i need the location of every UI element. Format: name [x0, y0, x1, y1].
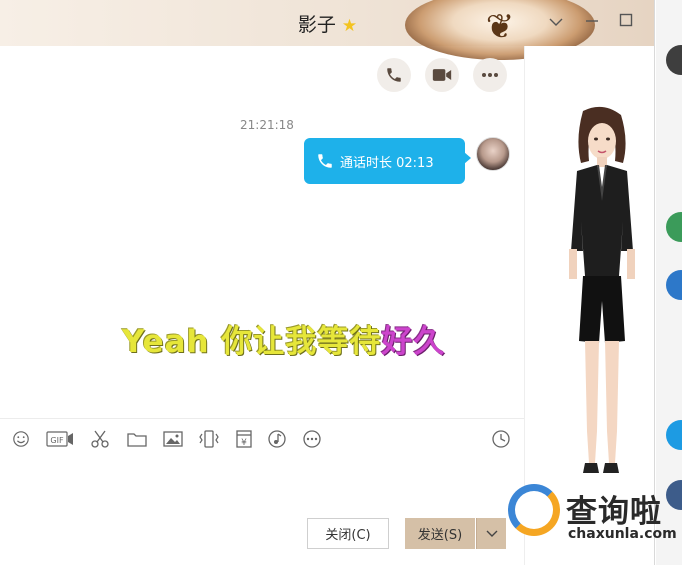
avatar[interactable] — [666, 212, 682, 242]
call-duration-text: 通话时长 02:13 — [340, 155, 434, 171]
message-input[interactable] — [0, 458, 524, 512]
avatar[interactable] — [666, 420, 682, 450]
video-icon — [432, 69, 452, 81]
emoji-icon[interactable] — [10, 429, 32, 449]
more-options-button[interactable] — [473, 58, 507, 92]
ellipsis-icon[interactable] — [301, 429, 323, 449]
image-icon[interactable] — [162, 429, 184, 449]
chevron-down-icon — [486, 530, 497, 537]
chat-window: ❦ 影子 ★ 21:21:18 通话时长 02:13 Yeah 你让我等待好久 — [0, 0, 655, 565]
send-button[interactable]: 发送(S) — [405, 518, 475, 549]
watermark-logo-icon — [508, 484, 560, 536]
avatar[interactable] — [666, 45, 682, 75]
call-record-bubble[interactable]: 通话时长 02:13 — [304, 138, 471, 184]
voice-call-button[interactable] — [377, 58, 411, 92]
video-call-button[interactable] — [425, 58, 459, 92]
contact-list-strip — [656, 0, 682, 565]
gif-icon[interactable]: GIF — [46, 429, 74, 449]
message-timestamp: 21:21:18 — [240, 118, 294, 132]
history-clock-icon[interactable] — [490, 429, 512, 449]
maximize-icon[interactable] — [616, 12, 636, 31]
scissors-icon[interactable] — [89, 429, 111, 449]
avatar[interactable] — [476, 137, 510, 171]
music-icon[interactable] — [266, 429, 288, 449]
input-toolbar: GIF ¥ — [0, 418, 524, 458]
lyric-sung: Yeah 你让我等待 — [122, 324, 382, 360]
lyric-overlay: Yeah 你让我等待好久 — [122, 316, 445, 361]
contact-name: 影子 — [297, 14, 336, 36]
svg-text:¥: ¥ — [241, 438, 247, 448]
red-packet-icon[interactable]: ¥ — [233, 429, 255, 449]
more-icon — [482, 73, 498, 77]
minimize-icon[interactable] — [582, 12, 602, 31]
send-options-button[interactable] — [476, 518, 506, 549]
close-button[interactable]: 关闭(C) — [307, 518, 389, 549]
folder-icon[interactable] — [126, 429, 148, 449]
chevron-down-icon[interactable] — [546, 12, 566, 31]
star-icon: ★ — [341, 16, 358, 36]
avatar[interactable] — [666, 480, 682, 510]
lyric-highlight: 好久 — [381, 324, 446, 360]
avatar[interactable] — [666, 270, 682, 300]
character-avatar-figure — [569, 106, 635, 473]
title-bar[interactable]: ❦ 影子 ★ — [0, 0, 654, 60]
phone-icon — [387, 68, 401, 82]
watermark-url: chaxunla.com — [568, 526, 677, 542]
vibrate-icon[interactable] — [198, 429, 220, 449]
svg-text:GIF: GIF — [50, 436, 64, 445]
phone-icon — [318, 154, 332, 168]
watermark-brand: 查询啦 — [566, 494, 662, 530]
